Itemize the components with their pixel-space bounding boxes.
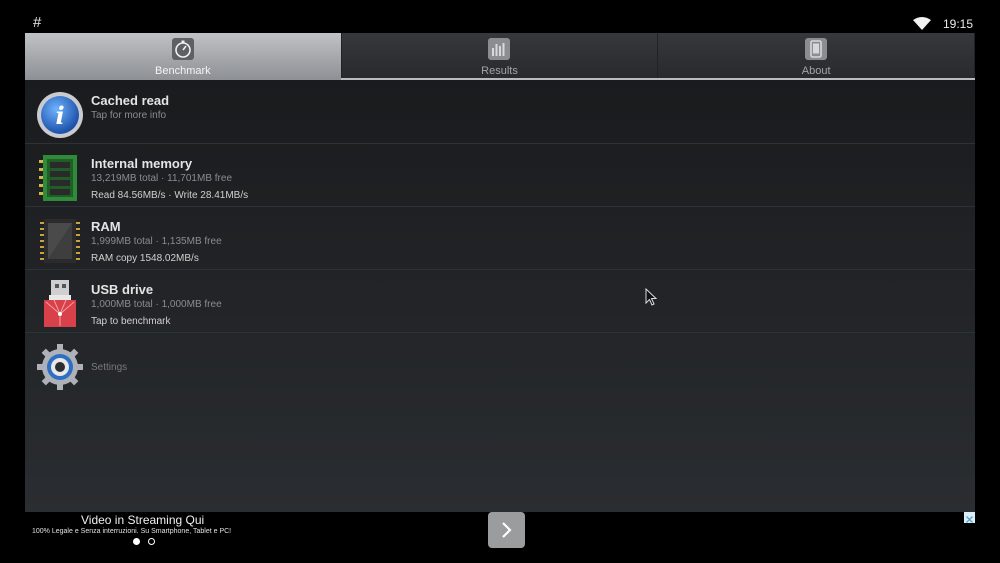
list-item-settings[interactable]: Settings xyxy=(25,333,975,396)
ram-subtitle: 1,999MB total · 1,135MB free xyxy=(91,236,222,247)
memory-card-icon xyxy=(39,155,77,201)
settings-label: Settings xyxy=(91,362,128,373)
chevron-right-icon xyxy=(502,522,512,538)
usb-drive-title: USB drive xyxy=(91,282,154,297)
phone-icon xyxy=(805,38,828,60)
tab-underline xyxy=(341,78,975,80)
tab-benchmark[interactable]: Benchmark xyxy=(25,33,342,80)
screen: # 19:15 Benchmark Results About i Cached… xyxy=(0,0,1000,563)
benchmark-list: i Cached read Tap for more info Internal… xyxy=(25,81,975,396)
internal-memory-subtitle: 13,219MB total · 11,701MB free xyxy=(91,173,233,184)
list-item-cached-read[interactable]: i Cached read Tap for more info xyxy=(25,81,975,144)
ad-headline[interactable]: Video in Streaming Qui xyxy=(81,513,204,527)
ad-pager-dot xyxy=(148,538,155,545)
ad-banner[interactable]: Video in Streaming Qui 100% Legale e Sen… xyxy=(25,512,975,563)
app-window: Benchmark Results About i Cached read Ta… xyxy=(25,33,975,512)
ram-speed: RAM copy 1548.02MB/s xyxy=(91,253,199,264)
list-item-usb-drive[interactable]: USB drive 1,000MB total · 1,000MB free T… xyxy=(25,270,975,333)
usb-drive-icon xyxy=(44,280,76,327)
close-icon xyxy=(966,516,973,523)
ad-open-button[interactable] xyxy=(488,512,525,548)
usb-drive-action: Tap to benchmark xyxy=(91,316,171,327)
tab-benchmark-label: Benchmark xyxy=(155,65,211,77)
ad-close-button[interactable] xyxy=(964,512,975,523)
ram-title: RAM xyxy=(91,219,121,234)
cached-read-subtitle: Tap for more info xyxy=(91,110,167,121)
tab-bar: Benchmark Results About xyxy=(25,33,975,80)
internal-memory-title: Internal memory xyxy=(91,156,193,171)
wifi-icon xyxy=(913,17,931,30)
tab-results-label: Results xyxy=(481,65,518,77)
usb-drive-subtitle: 1,000MB total · 1,000MB free xyxy=(91,299,222,310)
tab-about-label: About xyxy=(801,65,831,77)
clock: 19:15 xyxy=(943,17,974,31)
tab-results[interactable]: Results xyxy=(342,33,659,80)
list-item-ram[interactable]: RAM 1,999MB total · 1,135MB free RAM cop… xyxy=(25,207,975,270)
list-item-internal-memory[interactable]: Internal memory 13,219MB total · 11,701M… xyxy=(25,144,975,207)
cached-read-title: Cached read xyxy=(91,93,170,108)
gear-icon xyxy=(37,344,83,390)
bar-chart-icon xyxy=(488,38,511,60)
mouse-pointer-icon xyxy=(645,288,658,306)
status-bar: # 19:15 xyxy=(0,0,1000,33)
ad-description: 100% Legale e Senza interruzioni. Su Sma… xyxy=(32,528,232,535)
notification-hash-icon: # xyxy=(33,14,42,31)
internal-memory-speed: Read 84.56MB/s · Write 28.41MB/s xyxy=(91,190,249,201)
svg-text:i: i xyxy=(55,101,64,130)
chip-icon xyxy=(40,219,80,263)
ad-pager-dot-active xyxy=(133,538,140,545)
stopwatch-icon xyxy=(171,38,194,60)
tab-about[interactable]: About xyxy=(658,33,975,80)
info-icon: i xyxy=(37,92,83,138)
